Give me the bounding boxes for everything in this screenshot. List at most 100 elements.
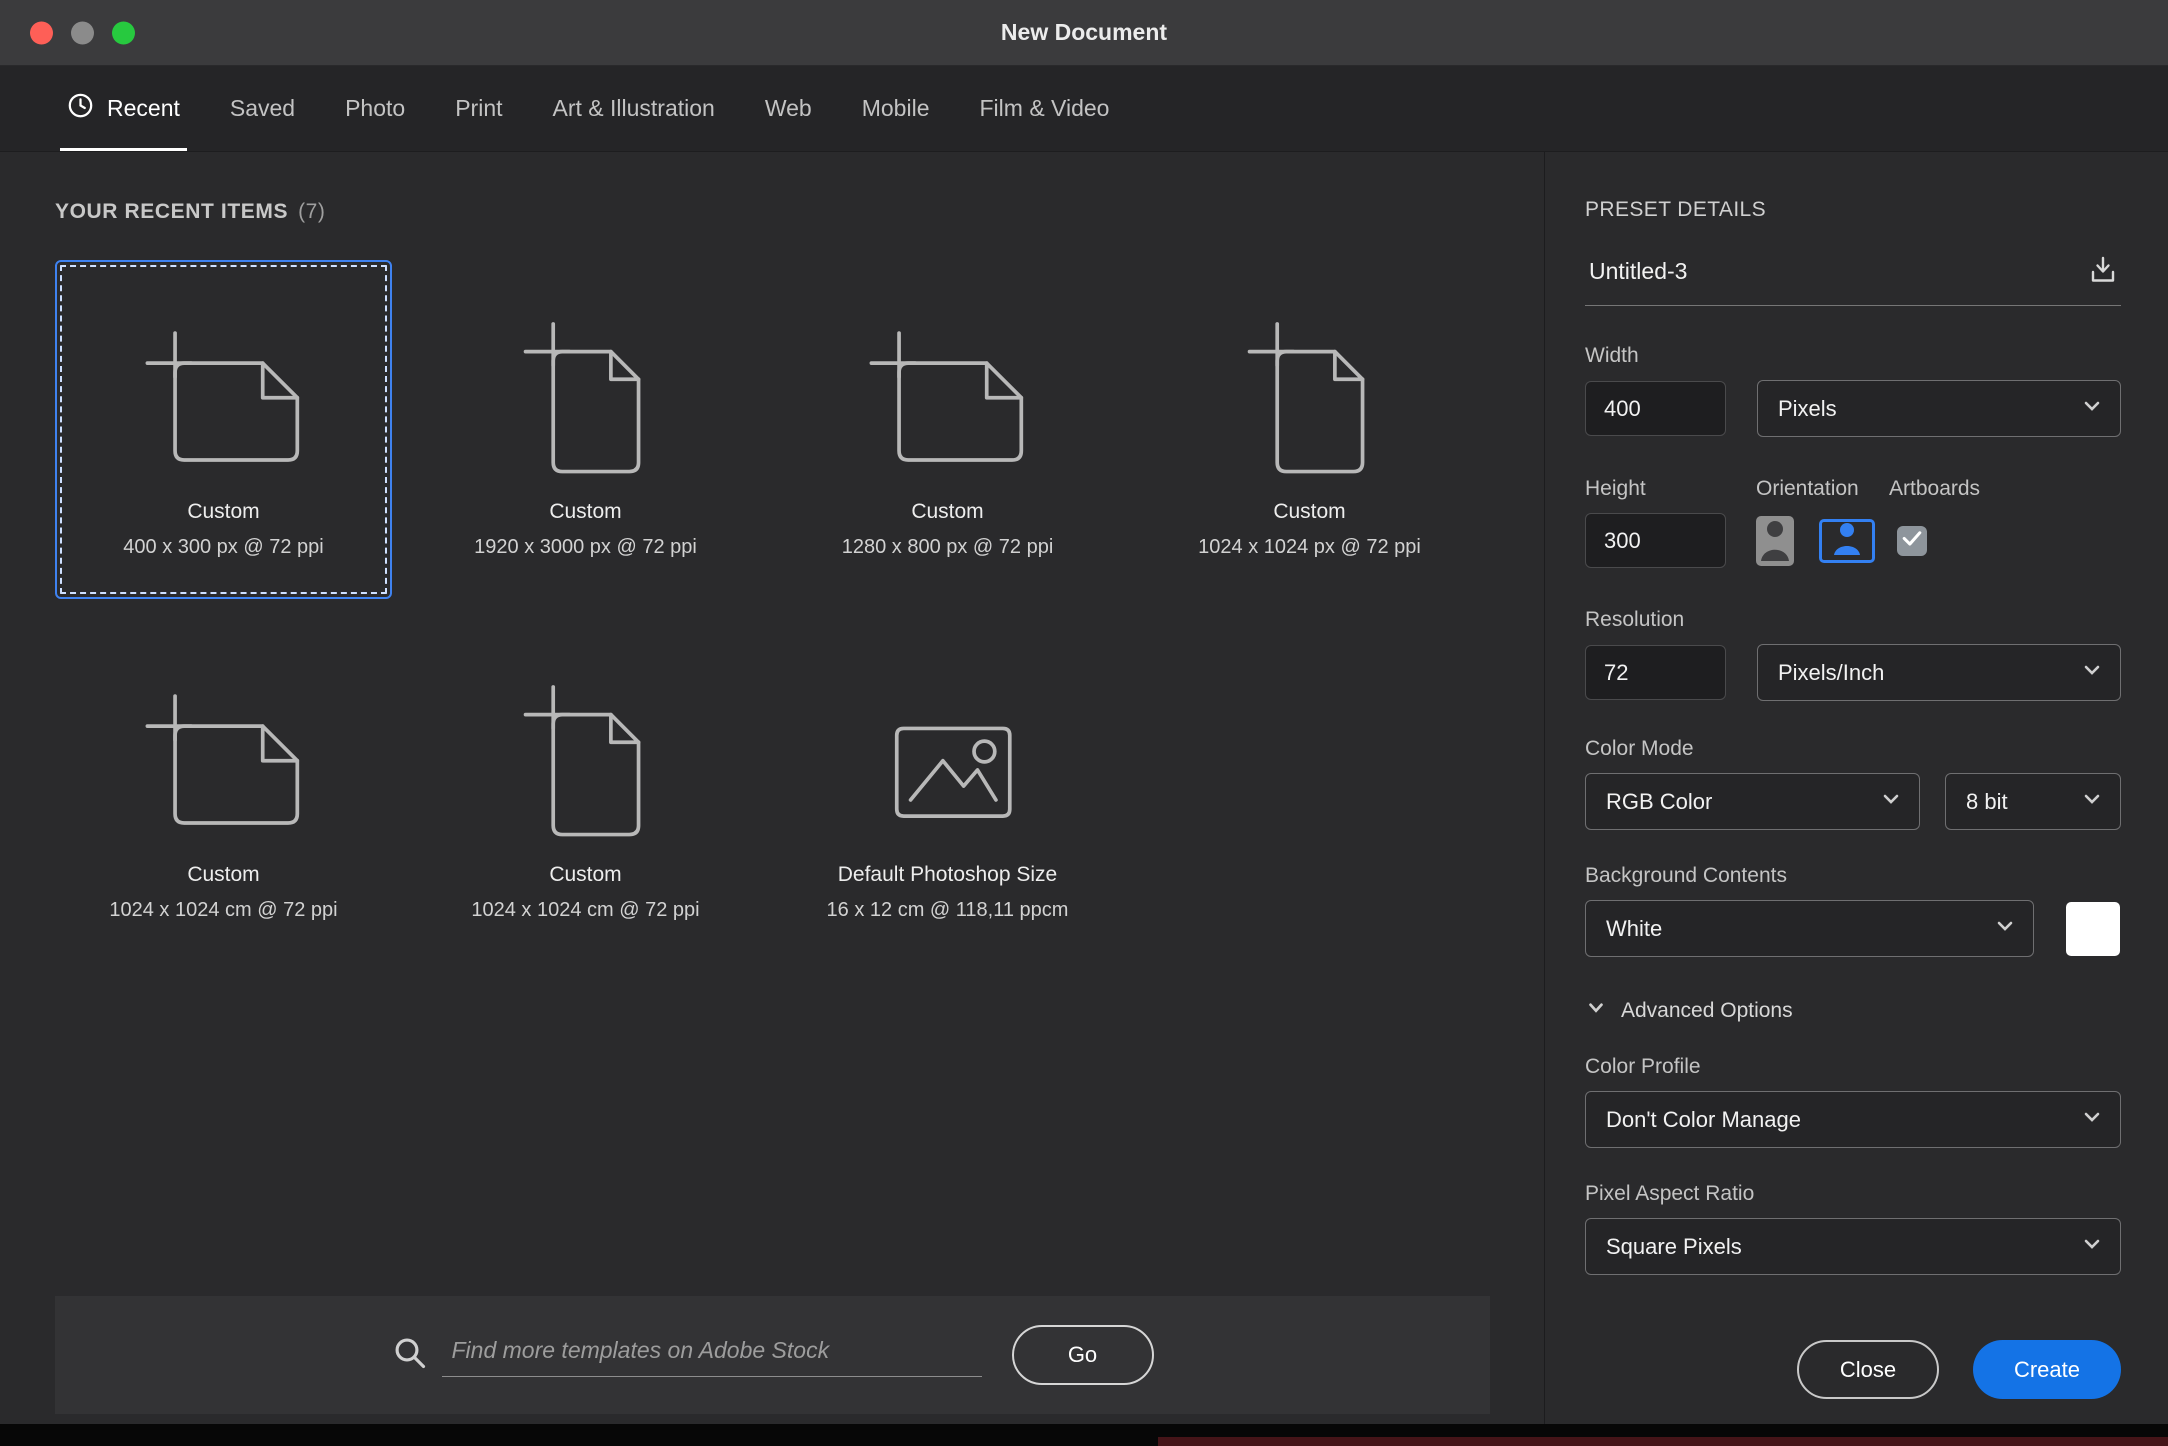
search-icon: [392, 1335, 428, 1376]
preset-dimensions: 1280 x 800 px @ 72 ppi: [842, 536, 1054, 559]
chevron-down-icon: [1585, 997, 1607, 1025]
page-portrait-icon: [1217, 262, 1402, 494]
background-contents-dropdown[interactable]: White: [1585, 900, 2034, 957]
page-portrait-icon: [493, 262, 678, 494]
tab-label: Photo: [345, 95, 405, 122]
tab-art-illustration[interactable]: Art & Illustration: [528, 66, 740, 151]
titlebar: New Document: [0, 0, 2168, 66]
pixel-aspect-ratio-dropdown[interactable]: Square Pixels: [1585, 1218, 2121, 1275]
go-button[interactable]: Go: [1012, 1325, 1154, 1385]
orientation-label: Orientation: [1756, 477, 1889, 501]
resolution-input[interactable]: [1585, 645, 1726, 700]
width-unit-dropdown[interactable]: Pixels: [1757, 380, 2121, 437]
checkmark-icon: [1899, 525, 1925, 556]
page-landscape-icon: [855, 262, 1040, 494]
save-preset-icon: [2085, 252, 2121, 291]
preset-details-panel: PRESET DETAILS Width Pixels Height: [1544, 152, 2168, 1424]
width-label: Width: [1585, 344, 2121, 368]
chevron-down-icon: [2080, 1232, 2104, 1262]
preset-dimensions: 400 x 300 px @ 72 ppi: [123, 536, 323, 559]
resolution-unit-dropdown[interactable]: Pixels/Inch: [1757, 644, 2121, 701]
background-contents-label: Background Contents: [1585, 864, 2121, 888]
recent-item-card[interactable]: Custom 1024 x 1024 cm @ 72 ppi: [55, 623, 392, 962]
preset-dimensions: 16 x 12 cm @ 118,11 ppcm: [827, 899, 1069, 922]
recent-item-card[interactable]: Custom 1280 x 800 px @ 72 ppi: [779, 260, 1116, 599]
advanced-options-toggle[interactable]: Advanced Options: [1585, 997, 2121, 1025]
tab-saved[interactable]: Saved: [205, 66, 320, 151]
preset-dimensions: 1920 x 3000 px @ 72 ppi: [474, 536, 697, 559]
zoom-window-button[interactable]: [112, 21, 135, 44]
color-profile-label: Color Profile: [1585, 1055, 2121, 1079]
stock-search-input[interactable]: [442, 1333, 982, 1377]
minimize-window-button[interactable]: [71, 21, 94, 44]
recent-item-card[interactable]: Custom 1024 x 1024 cm @ 72 ppi: [417, 623, 754, 962]
tab-web[interactable]: Web: [740, 66, 837, 151]
page-landscape-icon: [131, 262, 316, 494]
tab-print[interactable]: Print: [430, 66, 527, 151]
preset-dimensions: 1024 x 1024 cm @ 72 ppi: [109, 899, 337, 922]
tab-mobile[interactable]: Mobile: [837, 66, 955, 151]
preset-name: Custom: [911, 500, 983, 524]
chevron-down-icon: [1879, 787, 1903, 817]
chevron-down-icon: [2080, 1105, 2104, 1135]
page-portrait-icon: [493, 625, 678, 857]
tab-label: Mobile: [862, 95, 930, 122]
recent-item-card[interactable]: Custom 400 x 300 px @ 72 ppi: [55, 260, 392, 599]
portrait-person-icon: [1756, 516, 1794, 566]
recent-items-area: YOUR RECENT ITEMS(7) Custom 400 x 300 px…: [0, 152, 1544, 1424]
chevron-down-icon: [2080, 658, 2104, 688]
bit-depth-dropdown[interactable]: 8 bit: [1945, 773, 2121, 830]
resolution-label: Resolution: [1585, 608, 2121, 632]
height-label: Height: [1585, 477, 1756, 501]
color-mode-label: Color Mode: [1585, 737, 2121, 761]
recent-item-card[interactable]: Default Photoshop Size 16 x 12 cm @ 118,…: [779, 623, 1116, 962]
color-mode-dropdown[interactable]: RGB Color: [1585, 773, 1920, 830]
close-window-button[interactable]: [30, 21, 53, 44]
window-title: New Document: [1001, 19, 1167, 46]
chevron-down-icon: [2080, 787, 2104, 817]
orientation-portrait-button[interactable]: [1756, 516, 1794, 566]
document-name-row: [1585, 252, 2121, 306]
tab-label: Recent: [107, 95, 180, 122]
tab-recent[interactable]: Recent: [42, 66, 205, 151]
category-tabbar: Recent Saved Photo Print Art & Illustrat…: [0, 66, 2168, 152]
height-input[interactable]: [1585, 513, 1726, 568]
image-icon: [855, 625, 1040, 857]
new-document-dialog: New Document Recent Saved Photo Print Ar…: [0, 0, 2168, 1446]
save-preset-button[interactable]: [2085, 252, 2121, 291]
preset-name: Default Photoshop Size: [838, 863, 1057, 887]
preset-name: Custom: [187, 500, 259, 524]
tab-label: Print: [455, 95, 502, 122]
tab-label: Web: [765, 95, 812, 122]
document-name-input[interactable]: [1585, 258, 2085, 285]
desktop-background-sliver: [1158, 1437, 2168, 1446]
recent-item-card[interactable]: Custom 1920 x 3000 px @ 72 ppi: [417, 260, 754, 599]
preset-name: Custom: [549, 863, 621, 887]
artboards-label: Artboards: [1889, 477, 1980, 501]
recent-items-heading: YOUR RECENT ITEMS(7): [55, 200, 1544, 224]
preset-name: Custom: [549, 500, 621, 524]
tab-film-video[interactable]: Film & Video: [955, 66, 1135, 151]
pixel-aspect-ratio-label: Pixel Aspect Ratio: [1585, 1182, 2121, 1206]
width-input[interactable]: [1585, 381, 1726, 436]
landscape-person-icon: [1822, 519, 1872, 560]
create-button[interactable]: Create: [1973, 1340, 2121, 1399]
tab-label: Saved: [230, 95, 295, 122]
close-button[interactable]: Close: [1797, 1340, 1939, 1399]
chevron-down-icon: [1993, 914, 2017, 944]
page-landscape-icon: [131, 625, 316, 857]
orientation-landscape-button[interactable]: [1819, 519, 1875, 563]
recent-items-count: (7): [298, 200, 325, 223]
preset-dimensions: 1024 x 1024 px @ 72 ppi: [1198, 536, 1421, 559]
bottom-edge: [0, 1424, 2168, 1446]
tab-photo[interactable]: Photo: [320, 66, 430, 151]
adobe-stock-search-bar: Go: [55, 1296, 1490, 1414]
background-color-swatch[interactable]: [2066, 902, 2120, 956]
preset-dimensions: 1024 x 1024 cm @ 72 ppi: [471, 899, 699, 922]
artboards-checkbox[interactable]: [1897, 526, 1927, 556]
tab-label: Art & Illustration: [553, 95, 715, 122]
color-profile-dropdown[interactable]: Don't Color Manage: [1585, 1091, 2121, 1148]
recent-item-card[interactable]: Custom 1024 x 1024 px @ 72 ppi: [1141, 260, 1478, 599]
preset-name: Custom: [1273, 500, 1345, 524]
preset-name: Custom: [187, 863, 259, 887]
